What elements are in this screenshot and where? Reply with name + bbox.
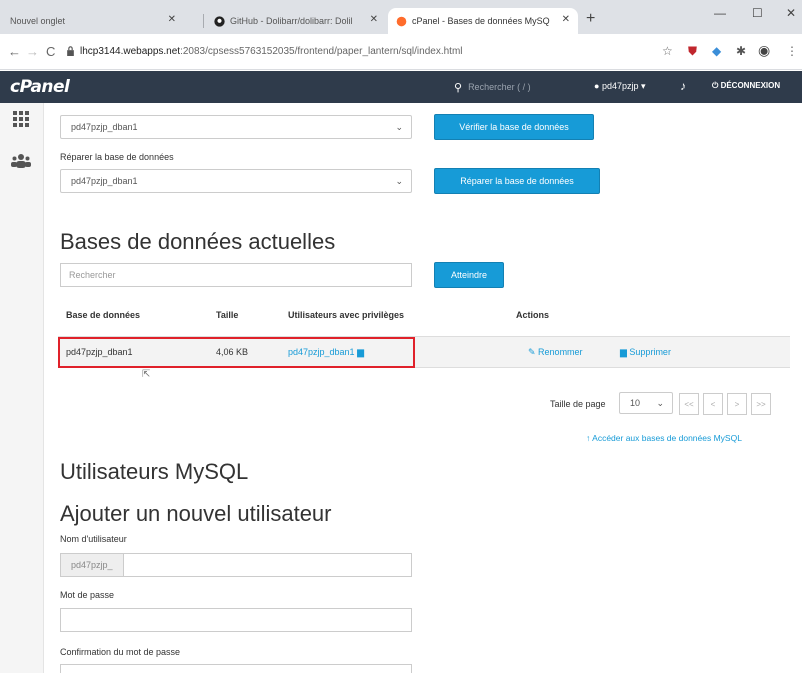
pager-first[interactable]: << bbox=[679, 393, 699, 415]
repair-db-button[interactable]: Réparer la base de données bbox=[434, 168, 600, 194]
chevron-down-icon: ⌄ bbox=[395, 176, 403, 186]
star-icon[interactable]: ☆ bbox=[662, 44, 673, 58]
address-bar: ← → C lhcp3144.webapps.net:2083/cpsess57… bbox=[0, 34, 802, 70]
logout-button[interactable]: ⏻ DÉCONNEXION bbox=[712, 81, 780, 91]
chevron-down-icon: ▾ bbox=[641, 81, 646, 91]
rename-label: Renommer bbox=[538, 347, 583, 357]
access-mysql-link[interactable]: ↑ Accéder aux bases de données MySQL bbox=[586, 433, 742, 443]
cpanel-favicon-icon bbox=[396, 16, 407, 26]
close-icon[interactable]: ✕ bbox=[562, 14, 570, 25]
grid-icon[interactable] bbox=[13, 111, 29, 127]
confirm-password-field[interactable] bbox=[60, 664, 412, 673]
pencil-icon: ✎ bbox=[528, 347, 539, 357]
page-size-label: Taille de page bbox=[550, 399, 606, 409]
search-icon: ⚲ bbox=[454, 81, 463, 94]
cursor-icon: ⇱ bbox=[142, 369, 151, 380]
trash-icon: ▆ bbox=[620, 347, 630, 357]
new-tab-icon[interactable]: + bbox=[586, 10, 595, 28]
search-placeholder: Rechercher bbox=[69, 270, 116, 280]
tab-github[interactable]: GitHub - Dolibarr/dolibarr: Dolil ✕ bbox=[206, 8, 386, 34]
confirm-password-label: Confirmation du mot de passe bbox=[60, 647, 181, 657]
user-icon: ● bbox=[594, 81, 600, 91]
users-icon[interactable] bbox=[11, 153, 31, 169]
chevron-down-icon: ⌄ bbox=[395, 122, 403, 132]
tab-separator bbox=[203, 14, 204, 28]
repair-db-select[interactable]: pd47pzjp_dban1 ⌄ bbox=[60, 169, 412, 193]
url-path: :2083/cpsess5763152035/frontend/paper_la… bbox=[180, 46, 463, 57]
lock-icon bbox=[67, 46, 74, 56]
current-dbs-heading: Bases de données actuelles bbox=[60, 229, 336, 254]
selected-db: pd47pzjp_dban1 bbox=[71, 176, 138, 186]
tab-title: Nouvel onglet bbox=[10, 16, 66, 26]
highlight-box bbox=[58, 337, 415, 368]
maximize-icon[interactable]: ☐ bbox=[752, 6, 763, 20]
page-size-select[interactable]: 10 ⌄ bbox=[619, 392, 673, 414]
access-link-label: Accéder aux bases de données MySQL bbox=[592, 433, 742, 443]
rename-button[interactable]: ✎ Renommer bbox=[528, 347, 583, 358]
mysql-users-heading: Utilisateurs MySQL bbox=[60, 459, 249, 484]
selected-db: pd47pzjp_dban1 bbox=[71, 122, 138, 132]
page-size-value: 10 bbox=[630, 398, 641, 408]
back-icon[interactable]: ← bbox=[8, 44, 21, 59]
url-field[interactable]: lhcp3144.webapps.net:2083/cpsess57631520… bbox=[80, 46, 463, 57]
search-placeholder: Rechercher ( / ) bbox=[468, 82, 531, 92]
minimize-icon[interactable]: — bbox=[714, 6, 726, 20]
logout-icon: ⏻ bbox=[712, 81, 721, 90]
menu-kebab-icon[interactable]: ⋮ bbox=[786, 44, 798, 58]
column-header-database[interactable]: Base de données bbox=[66, 310, 140, 320]
close-icon[interactable]: ✕ bbox=[370, 14, 378, 25]
add-user-heading: Ajouter un nouvel utilisateur bbox=[60, 501, 332, 526]
username-field[interactable]: pd47pzjp_ bbox=[60, 553, 412, 577]
cpanel-search[interactable]: ⚲ Rechercher ( / ) bbox=[454, 78, 566, 96]
chevron-down-icon: ⌄ bbox=[656, 398, 664, 408]
cpanel-header: cPanel ⚲ Rechercher ( / ) ● pd47pzjp ▾ ♪… bbox=[0, 71, 802, 103]
logout-label: DÉCONNEXION bbox=[720, 81, 781, 90]
pager-last[interactable]: >> bbox=[751, 393, 771, 415]
delete-button[interactable]: ▆ Supprimer bbox=[620, 347, 671, 358]
db-search-input[interactable]: Rechercher bbox=[60, 263, 412, 287]
password-label: Mot de passe bbox=[60, 590, 115, 600]
repair-db-label: Réparer la base de données bbox=[60, 152, 174, 162]
puzzle-icon[interactable]: ✱ bbox=[736, 44, 746, 58]
tab-title: GitHub - Dolibarr/dolibarr: Dolil bbox=[230, 16, 353, 26]
shield-extension-icon[interactable]: ⛊ bbox=[688, 44, 697, 59]
tab-cpanel[interactable]: cPanel - Bases de données MySQ ✕ bbox=[388, 8, 578, 34]
extension-icon[interactable]: ◆ bbox=[712, 44, 721, 58]
username: pd47pzjp bbox=[601, 81, 639, 91]
pager-next[interactable]: > bbox=[727, 393, 747, 415]
reload-icon[interactable]: C bbox=[46, 44, 55, 59]
column-header-actions: Actions bbox=[516, 310, 550, 320]
password-field[interactable] bbox=[60, 608, 412, 632]
github-icon bbox=[214, 15, 225, 27]
column-header-users: Utilisateurs avec privilèges bbox=[288, 310, 405, 320]
sidebar bbox=[0, 103, 44, 673]
pager-prev[interactable]: < bbox=[703, 393, 723, 415]
tab-title: cPanel - Bases de données MySQ bbox=[412, 16, 550, 26]
forward-icon[interactable]: → bbox=[26, 44, 39, 59]
tab-new-tab[interactable]: Nouvel onglet ✕ bbox=[2, 8, 184, 34]
go-button[interactable]: Atteindre bbox=[434, 262, 504, 288]
browser-tabbar: Nouvel onglet ✕ GitHub - Dolibarr/doliba… bbox=[0, 0, 802, 34]
bell-icon[interactable]: ♪ bbox=[680, 79, 686, 93]
delete-label: Supprimer bbox=[629, 347, 671, 357]
check-db-select[interactable]: pd47pzjp_dban1 ⌄ bbox=[60, 115, 412, 139]
url-host: lhcp3144.webapps.net bbox=[80, 46, 181, 57]
close-icon[interactable]: ✕ bbox=[168, 14, 176, 25]
username-prefix: pd47pzjp_ bbox=[61, 554, 124, 576]
check-db-button[interactable]: Vérifier la base de données bbox=[434, 114, 594, 140]
user-menu[interactable]: ● pd47pzjp ▾ bbox=[594, 81, 646, 92]
cpanel-logo[interactable]: cPanel bbox=[10, 77, 70, 97]
column-header-size[interactable]: Taille bbox=[216, 310, 238, 320]
username-label: Nom d'utilisateur bbox=[60, 534, 127, 544]
profile-icon[interactable]: ◉ bbox=[758, 42, 770, 59]
main-content: pd47pzjp_dban1 ⌄ Vérifier la base de don… bbox=[44, 103, 802, 673]
window-close-icon[interactable]: ✕ bbox=[786, 6, 796, 20]
